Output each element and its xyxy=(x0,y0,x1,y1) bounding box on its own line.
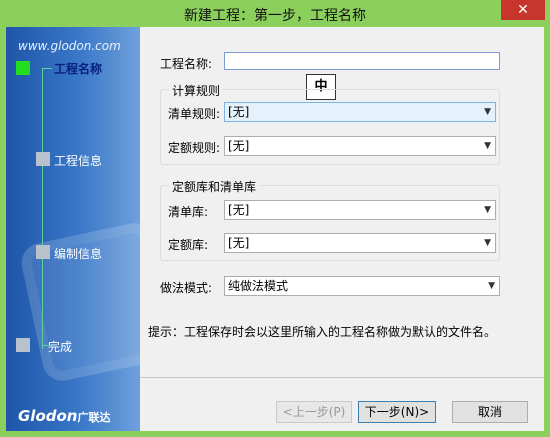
glodon-logo: Glodon广联达 xyxy=(18,407,111,425)
wizard-sidebar: www.glodon.com 工程名称 工程信息 编制信息 完成 Glodon广… xyxy=(6,27,140,431)
step-project-name: 工程名称 xyxy=(54,62,103,76)
steps-connector xyxy=(42,69,43,349)
libraries-title: 定额库和清单库 xyxy=(169,178,260,195)
step-indicator-project-info xyxy=(36,152,50,166)
list-lib-label: 清单库: xyxy=(168,205,209,219)
next-button[interactable]: 下一步(N)> xyxy=(358,401,436,423)
chevron-down-icon: ▼ xyxy=(488,281,495,291)
hint-text: 提示：工程保存时会以这里所输入的工程名称做为默认的文件名。 xyxy=(148,325,497,339)
quota-lib-label: 定额库: xyxy=(168,238,209,252)
list-rule-label: 清单规则: xyxy=(168,107,221,121)
website-label: www.glodon.com xyxy=(18,39,121,53)
chevron-down-icon: ▼ xyxy=(484,238,491,248)
project-name-input[interactable] xyxy=(224,52,500,70)
form-panel: 工程名称: 中 计算规则 清单规则: [无] ▼ 定额规则: [无] ▼ 定额库和清… xyxy=(140,27,544,431)
quota-rule-select[interactable]: [无] ▼ xyxy=(224,136,496,156)
title-bar: 新建工程：第一步，工程名称 ✕ xyxy=(0,0,550,27)
prev-button[interactable]: <上一步(P) xyxy=(276,401,352,423)
dialog-frame: www.glodon.com 工程名称 工程信息 编制信息 完成 Glodon广… xyxy=(6,27,544,431)
step-project-info: 工程信息 xyxy=(54,154,103,168)
step-compile-info: 编制信息 xyxy=(54,247,103,261)
cancel-button[interactable]: 取消 xyxy=(452,401,528,423)
list-rule-select[interactable]: [无] ▼ xyxy=(224,102,496,122)
mode-label: 做法模式: xyxy=(160,281,213,295)
mode-select[interactable]: 纯做法模式 ▼ xyxy=(224,276,500,296)
step-indicator-compile-info xyxy=(36,245,50,259)
button-separator xyxy=(140,377,544,378)
chevron-down-icon: ▼ xyxy=(484,141,491,151)
step-finish: 完成 xyxy=(48,340,73,354)
close-button[interactable]: ✕ xyxy=(501,0,545,20)
step-indicator-finish xyxy=(16,338,30,352)
chevron-down-icon: ▼ xyxy=(484,107,491,117)
project-name-label: 工程名称: xyxy=(160,57,213,71)
window-title: 新建工程：第一步，工程名称 xyxy=(184,8,366,24)
quota-lib-select[interactable]: [无] ▼ xyxy=(224,233,496,253)
quota-rule-label: 定额规则: xyxy=(168,141,221,155)
list-lib-select[interactable]: [无] ▼ xyxy=(224,200,496,220)
step-indicator-project-name xyxy=(16,61,30,75)
chevron-down-icon: ▼ xyxy=(484,205,491,215)
calc-rules-title: 计算规则 xyxy=(169,82,224,99)
